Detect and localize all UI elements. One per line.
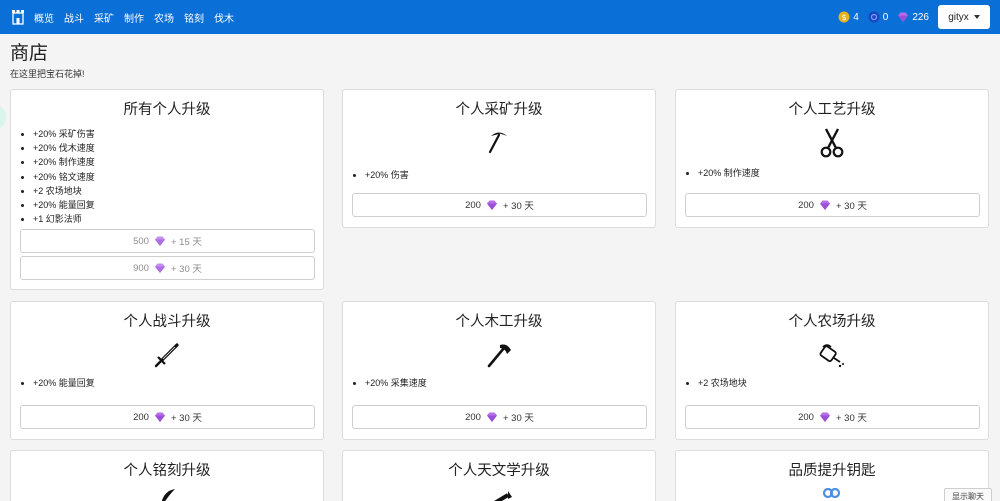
perk-list: +20% 采矿伤害 +20% 伐木速度 +20% 制作速度 +20% 铭文速度 …: [33, 127, 323, 226]
side-tab[interactable]: [0, 104, 6, 130]
coin-counter: $ 4: [838, 11, 859, 23]
nav-farming[interactable]: 农场: [154, 10, 174, 25]
quill-icon: [11, 487, 323, 501]
price: 200: [798, 199, 814, 211]
top-navbar: 概览 战斗 采矿 制作 农场 铭刻 伐木 $ 4 0 226 gityx: [0, 0, 1000, 34]
svg-text:$: $: [842, 13, 847, 22]
duration: + 15 天: [170, 237, 202, 248]
card-title: 个人天文学升级: [448, 463, 550, 479]
gem-icon: [154, 262, 166, 274]
buy-30-days-button[interactable]: 200 + 30 天: [685, 193, 980, 217]
coin-icon: $: [838, 11, 850, 23]
scissors-icon: [676, 128, 988, 158]
token-counter: 0: [868, 11, 889, 23]
nav-combat[interactable]: 战斗: [64, 10, 84, 25]
caret-down-icon: [973, 15, 980, 19]
perk-item: +20% 能量回复: [33, 376, 323, 390]
perk-item: +20% 制作速度: [33, 155, 323, 169]
watering-can-icon: [676, 342, 988, 370]
perk-item: +20% 制作速度: [698, 166, 988, 180]
gem-counter: 226: [897, 11, 929, 23]
gem-icon: [819, 199, 831, 211]
price: 200: [133, 411, 149, 423]
perk-list: +20% 采集速度: [365, 376, 655, 390]
perk-list: +2 农场地块: [698, 376, 988, 390]
perk-item: +20% 能量回复: [33, 198, 323, 212]
nav-woodcutting[interactable]: 伐木: [214, 10, 234, 25]
token-count: 0: [882, 11, 889, 23]
page-subtitle: 在这里把宝石花掉!: [10, 69, 85, 79]
shop-card-crafting: 个人工艺升级 +20% 制作速度 200 + 30 天: [675, 89, 989, 228]
key-icon: [676, 487, 988, 501]
show-chat-button[interactable]: 显示聊天: [944, 488, 992, 501]
price: 500: [133, 235, 149, 247]
card-title: 个人战斗升级: [123, 314, 211, 330]
duration: + 30 天: [835, 413, 867, 424]
price: 200: [798, 411, 814, 423]
sword-icon: [11, 342, 323, 370]
perk-item: +1 幻影法师: [33, 212, 323, 226]
axe-icon: [343, 342, 655, 370]
duration: + 30 天: [170, 264, 202, 275]
nav-overview[interactable]: 概览: [34, 10, 54, 25]
duration: + 30 天: [502, 413, 534, 424]
shop-card-quality-key: 品质提升钥匙: [675, 450, 989, 501]
gem-icon: [486, 199, 498, 211]
buy-30-days-button[interactable]: 900 + 30 天: [20, 256, 315, 280]
gem-count: 226: [912, 11, 929, 23]
nav-inscription[interactable]: 铭刻: [184, 10, 204, 25]
buy-30-days-button[interactable]: 200 + 30 天: [352, 405, 647, 429]
perk-item: +20% 采矿伤害: [33, 127, 323, 141]
card-title: 个人木工升级: [455, 314, 543, 330]
gem-icon: [486, 411, 498, 423]
card-title: 个人采矿升级: [455, 102, 543, 118]
card-title: 品质提升钥匙: [788, 463, 876, 479]
pickaxe-icon: [343, 130, 655, 158]
perk-list: +20% 伤害: [365, 168, 655, 182]
perk-list: +20% 能量回复: [33, 376, 323, 390]
perk-item: +2 农场地块: [33, 184, 323, 198]
nav-mining[interactable]: 采矿: [94, 10, 114, 25]
perk-item: +20% 伤害: [365, 168, 655, 182]
shop-card-mining: 个人采矿升级 +20% 伤害 200 + 30 天: [342, 89, 656, 228]
card-title: 个人铭刻升级: [123, 463, 211, 479]
price: 200: [465, 199, 481, 211]
shop-card-woodworking: 个人木工升级 +20% 采集速度 200 + 30 天: [342, 301, 656, 440]
buy-30-days-button[interactable]: 200 + 30 天: [352, 193, 647, 217]
duration: + 30 天: [502, 201, 534, 212]
shop-card-inscription: 个人铭刻升级: [10, 450, 324, 501]
price: 900: [133, 262, 149, 274]
shop-card-all-upgrades: 所有个人升级 +20% 采矿伤害 +20% 伐木速度 +20% 制作速度 +20…: [10, 89, 324, 290]
perk-item: +20% 铭文速度: [33, 170, 323, 184]
shop-card-combat: 个人战斗升级 +20% 能量回复 200 + 30 天: [10, 301, 324, 440]
username: gityx: [948, 11, 969, 23]
card-title: 个人工艺升级: [788, 102, 876, 118]
buy-15-days-button[interactable]: 500 + 15 天: [20, 229, 315, 253]
gem-icon: [819, 411, 831, 423]
user-menu-button[interactable]: gityx: [938, 5, 990, 29]
gem-icon: [154, 411, 166, 423]
gem-icon: [154, 235, 166, 247]
gem-icon: [897, 11, 909, 23]
page-title: 商店: [10, 43, 49, 64]
nav-resources: $ 4 0 226 gityx: [838, 5, 990, 29]
duration: + 30 天: [170, 413, 202, 424]
buy-30-days-button[interactable]: 200 + 30 天: [685, 405, 980, 429]
gear-token-icon: [868, 11, 880, 23]
price: 200: [465, 411, 481, 423]
shop-card-farming: 个人农场升级 +2 农场地块 200 + 30 天: [675, 301, 989, 440]
buy-30-days-button[interactable]: 200 + 30 天: [20, 405, 315, 429]
castle-logo-icon[interactable]: [10, 8, 26, 26]
duration: + 30 天: [835, 201, 867, 212]
nav-crafting[interactable]: 制作: [124, 10, 144, 25]
perk-item: +20% 采集速度: [365, 376, 655, 390]
shop-card-astronomy: 个人天文学升级: [342, 450, 656, 501]
card-title: 所有个人升级: [123, 102, 211, 118]
coin-count: 4: [853, 11, 859, 23]
perk-item: +2 农场地块: [698, 376, 988, 390]
card-title: 个人农场升级: [788, 314, 876, 330]
telescope-icon: [343, 487, 655, 501]
perk-list: +20% 制作速度: [698, 166, 988, 180]
perk-item: +20% 伐木速度: [33, 141, 323, 155]
